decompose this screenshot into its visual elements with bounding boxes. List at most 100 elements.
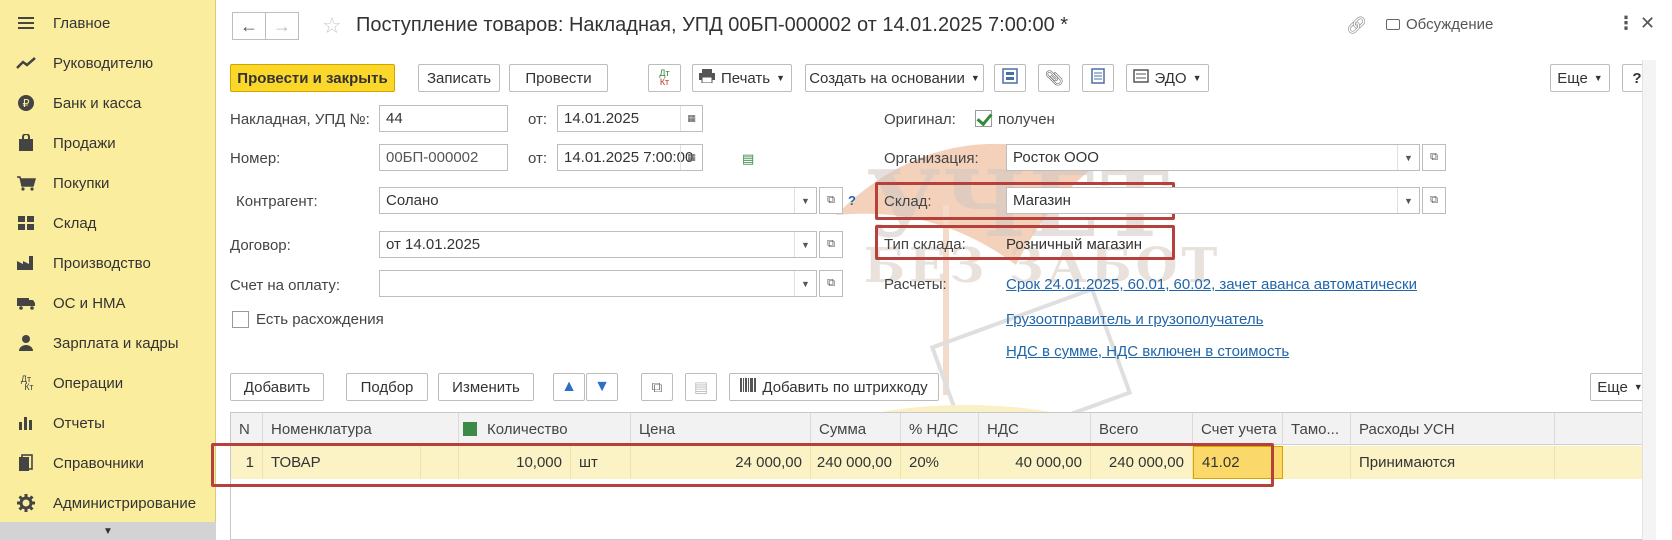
more-label: Еще	[1557, 69, 1588, 87]
sidebar-item-purchases[interactable]: Покупки	[0, 163, 216, 203]
select-button[interactable]: Подбор	[346, 373, 428, 401]
caret-down-icon[interactable]: ▼	[794, 232, 816, 257]
edit-button[interactable]: Изменить	[438, 373, 534, 401]
sidebar-item-manager[interactable]: Руководителю	[0, 43, 216, 83]
post-button[interactable]: Провести	[509, 64, 608, 92]
sidebar-item-references[interactable]: Справочники	[0, 443, 216, 483]
shipper-consignee-link[interactable]: Грузоотправитель и грузополучатель	[1006, 311, 1263, 328]
invoice-date-field[interactable]: 14.01.2025 ▦	[557, 105, 703, 132]
move-down-button[interactable]: ▼	[586, 373, 618, 401]
original-checkbox[interactable]	[975, 110, 992, 127]
open-counterparty-icon[interactable]: ⧉	[819, 187, 843, 214]
structure-button[interactable]	[994, 64, 1026, 92]
sidebar-item-label: ОС и НМА	[53, 294, 126, 312]
copy-row-button[interactable]: ⧉	[641, 373, 673, 401]
link-icon[interactable]: 🔗︎	[1346, 16, 1368, 36]
barcode-icon	[740, 378, 757, 396]
more-vertical-icon[interactable]: ⋮	[1617, 13, 1635, 34]
sidebar-item-label: Операции	[53, 374, 124, 392]
vertical-scrollbar[interactable]	[1642, 60, 1656, 540]
column-header-n[interactable]: N	[231, 413, 263, 445]
sidebar-item-operations[interactable]: Дт Кт Операции	[0, 363, 216, 403]
warehouse-field[interactable]: Магазин ▼	[1006, 187, 1420, 214]
settlements-link[interactable]: Срок 24.01.2025, 60.01, 60.02, зачет ава…	[1006, 276, 1417, 293]
calendar-icon[interactable]: ▦	[680, 145, 702, 170]
contract-field[interactable]: от 14.01.2025 ▼	[379, 231, 817, 258]
column-header-item[interactable]: Номенклатура	[263, 413, 459, 445]
create-based-on-button[interactable]: Создать на основании ▼	[805, 64, 984, 92]
column-header-usn-expenses[interactable]: Расходы УСН	[1351, 413, 1555, 445]
sidebar-item-warehouse[interactable]: Склад	[0, 203, 216, 243]
discussion-button[interactable]: Обсуждение	[1386, 16, 1493, 33]
open-organization-icon[interactable]: ⧉	[1422, 144, 1446, 171]
post-and-close-button[interactable]: Провести и закрыть	[230, 64, 395, 92]
warehouse-label: Склад:	[884, 193, 932, 210]
counterparty-field[interactable]: Солано ▼	[379, 187, 817, 214]
svg-text:₽: ₽	[23, 97, 30, 110]
print-button[interactable]: Печать ▼	[692, 64, 792, 92]
open-contract-icon[interactable]: ⧉	[819, 231, 843, 258]
caret-down-icon[interactable]: ▼	[1397, 188, 1419, 213]
column-header-quantity-label: Количество	[487, 420, 568, 438]
caret-down-icon[interactable]: ▼	[794, 271, 816, 296]
column-header-price[interactable]: Цена	[631, 413, 811, 445]
sidebar-item-main[interactable]: Главное	[0, 3, 216, 43]
edo-button[interactable]: ЭДО ▼	[1126, 64, 1209, 92]
add-row-button[interactable]: Добавить	[230, 373, 324, 401]
cell-customs[interactable]	[1283, 446, 1351, 479]
column-header-sum[interactable]: Сумма	[811, 413, 901, 445]
sidebar-item-sales[interactable]: Продажи	[0, 123, 216, 163]
back-button[interactable]: ←	[232, 12, 266, 40]
discrepancy-checkbox[interactable]	[232, 311, 249, 328]
sidebar-scroll-down[interactable]: ▼	[0, 522, 216, 540]
sidebar-item-production[interactable]: Производство	[0, 243, 216, 283]
sidebar-item-bank[interactable]: ₽ Банк и касса	[0, 83, 216, 123]
more-button[interactable]: Еще ▼	[1550, 64, 1610, 92]
sidebar-item-assets[interactable]: ОС и НМА	[0, 283, 216, 323]
chart-line-icon	[16, 53, 36, 73]
discrepancy-label: Есть расхождения	[256, 311, 384, 328]
add-by-barcode-button[interactable]: Добавить по штрихкоду	[729, 373, 939, 401]
caret-down-icon[interactable]: ▼	[1397, 145, 1419, 170]
column-header-account[interactable]: Счет учета	[1193, 413, 1283, 445]
organization-field[interactable]: Росток ООО ▼	[1006, 144, 1420, 171]
column-header-customs[interactable]: Тамо...	[1283, 413, 1351, 445]
sidebar-item-label: Зарплата и кадры	[53, 334, 179, 352]
number-field[interactable]: 00БП-000002	[379, 144, 508, 171]
journal-button[interactable]	[1082, 64, 1114, 92]
sidebar-item-salary[interactable]: Зарплата и кадры	[0, 323, 216, 363]
number-datetime-field[interactable]: 14.01.2025 7:00:00 ▦	[557, 144, 703, 171]
save-button[interactable]: Записать	[418, 64, 500, 92]
invoice-number-label: Накладная, УПД №:	[230, 111, 370, 128]
table-more-button[interactable]: Еще ▼	[1590, 373, 1650, 401]
paste-button[interactable]: ▤	[685, 373, 717, 401]
attachments-button[interactable]: 📎︎	[1038, 64, 1070, 92]
vat-settings-link[interactable]: НДС в сумме, НДС включен в стоимость	[1006, 343, 1289, 360]
dt-kt-button[interactable]: Дт Кт	[648, 64, 681, 92]
calendar-icon[interactable]: ▦	[680, 106, 702, 131]
cell-usn-expenses[interactable]: Принимаются	[1351, 446, 1555, 479]
column-header-total[interactable]: Всего	[1091, 413, 1193, 445]
open-payment-invoice-icon[interactable]: ⧉	[819, 270, 843, 297]
column-header-vat[interactable]: НДС	[979, 413, 1091, 445]
help-question-icon[interactable]: ?	[848, 193, 856, 208]
books-icon	[16, 453, 36, 473]
sidebar-item-admin[interactable]: Администрирование	[0, 483, 216, 523]
forward-button[interactable]: →	[265, 12, 299, 40]
close-icon[interactable]: ✕	[1640, 13, 1655, 34]
caret-down-icon[interactable]: ▼	[794, 188, 816, 213]
move-up-button[interactable]: ▲	[553, 373, 585, 401]
sidebar-item-label: Банк и касса	[53, 94, 142, 112]
sidebar-item-reports[interactable]: Отчеты	[0, 403, 216, 443]
page-title: Поступление товаров: Накладная, УПД 00БП…	[356, 14, 1069, 36]
column-header-vat-rate[interactable]: % НДС	[901, 413, 979, 445]
column-header-quantity[interactable]: Количество	[459, 413, 631, 445]
sidebar-item-label: Справочники	[53, 454, 144, 472]
hierarchy-icon	[1002, 68, 1018, 88]
open-warehouse-icon[interactable]: ⧉	[1422, 187, 1446, 214]
caret-down-icon: ▼	[1192, 73, 1202, 83]
invoice-number-field[interactable]: 44	[379, 105, 508, 132]
payment-invoice-field[interactable]: ▼	[379, 270, 817, 297]
favorite-star-icon[interactable]: ☆	[322, 13, 342, 39]
menu-icon	[16, 13, 36, 33]
